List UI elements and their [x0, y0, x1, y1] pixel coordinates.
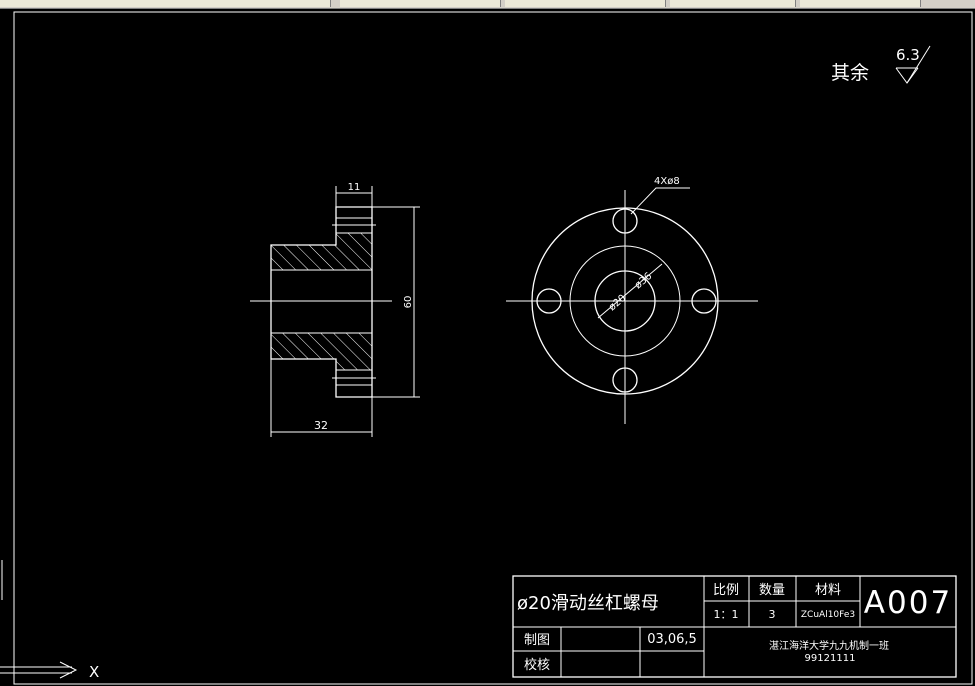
hatch-upper-flange — [336, 233, 372, 270]
checked-label: 校核 — [524, 657, 550, 673]
roughness-value: 6.3 — [896, 46, 920, 64]
drawing-number: A007 — [864, 585, 952, 621]
hatch-lower-left — [271, 333, 336, 359]
scale-label: 比例 — [713, 583, 739, 598]
part-name: ø20滑动丝杠螺母 — [517, 593, 659, 614]
scale-value: 1：1 — [714, 608, 739, 621]
ucs-arrow-head — [59, 661, 78, 679]
roughness-label: 其余 — [831, 62, 869, 84]
roughness-note: 其余 6.3 — [831, 45, 931, 84]
title-block: ø20滑动丝杠螺母 比例 1：1 数量 3 材料 ZCuAl10Fe3 A007… — [512, 575, 957, 678]
section-view: 11 60 32 — [250, 182, 420, 437]
holes-leader — [630, 187, 690, 215]
hatch-upper-left — [271, 245, 336, 270]
qty-label: 数量 — [759, 583, 785, 598]
dim-top-width: 11 — [348, 182, 361, 193]
drawn-label: 制图 — [524, 633, 550, 648]
dim-d36: ø36 — [633, 271, 655, 292]
school-name: 湛江海洋大学九九机制一班 — [769, 639, 889, 652]
diameter-leader — [597, 263, 663, 319]
dim-height: 60 — [403, 296, 414, 309]
ucs-x-label: X — [89, 663, 99, 681]
student-id: 99121111 — [805, 653, 856, 664]
qty-value: 3 — [769, 608, 776, 621]
dim-length: 32 — [314, 419, 328, 432]
ucs-icon: X — [0, 560, 99, 681]
hatch-lower-flange — [336, 333, 372, 370]
end-view: 4Xø8 ø20 ø36 — [506, 176, 758, 424]
drawn-date: 03,06,5 — [647, 632, 697, 647]
material-value: ZCuAl10Fe3 — [801, 610, 855, 620]
dim-holes: 4Xø8 — [654, 176, 680, 187]
cad-drawing-canvas[interactable]: 11 60 32 4Xø8 ø20 ø36 其余 6.3 ø20滑动丝杠螺母 比… — [0, 0, 975, 686]
material-label: 材料 — [815, 583, 841, 598]
